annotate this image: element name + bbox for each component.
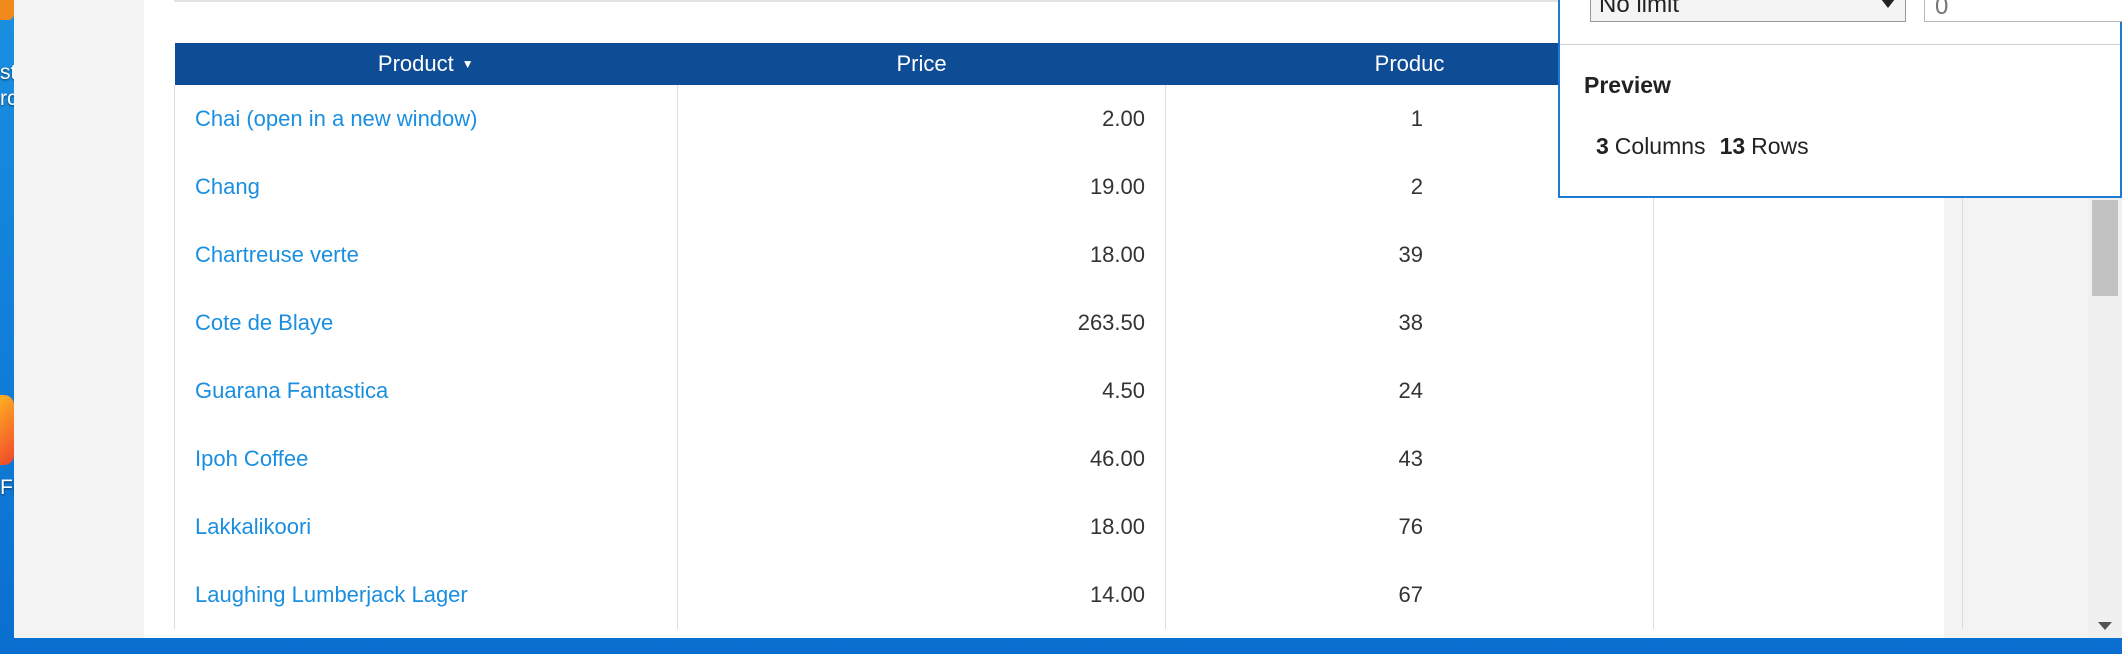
price-cell: 14.00 xyxy=(677,561,1166,629)
table-row: Lakkalikoori 18.00 76 xyxy=(174,493,1963,561)
preview-title: Preview xyxy=(1584,72,1671,98)
product-link[interactable]: Cote de Blaye xyxy=(195,310,333,335)
row-limit-input[interactable] xyxy=(1924,0,2122,22)
product-id-cell: 38 xyxy=(1165,289,1654,357)
price-cell: 4.50 xyxy=(677,357,1166,425)
chevron-down-icon xyxy=(1881,0,1895,8)
product-link[interactable]: Laughing Lumberjack Lager xyxy=(195,582,468,607)
scroll-down-arrow-icon[interactable] xyxy=(2098,622,2112,630)
product-link[interactable]: Chartreuse verte xyxy=(195,242,359,267)
product-cell: Ipoh Coffee xyxy=(174,425,678,493)
column-header-label: Product xyxy=(377,51,454,76)
column-header-price[interactable]: Price xyxy=(677,43,1166,85)
price-cell: 18.00 xyxy=(677,221,1166,289)
scrollbar-thumb[interactable] xyxy=(2092,200,2118,296)
price-cell: 46.00 xyxy=(677,425,1166,493)
product-cell: Laughing Lumberjack Lager xyxy=(174,561,678,629)
empty-cell xyxy=(1653,289,1963,357)
product-cell: Guarana Fantastica xyxy=(174,357,678,425)
price-cell: 18.00 xyxy=(677,493,1166,561)
table-row: Guarana Fantastica 4.50 24 xyxy=(174,357,1963,425)
product-id-cell: 24 xyxy=(1165,357,1654,425)
preview-stats: 3 Columns 13 Rows xyxy=(1596,133,1809,160)
empty-cell xyxy=(1653,493,1963,561)
table-row: Ipoh Coffee 46.00 43 xyxy=(174,425,1963,493)
empty-cell xyxy=(1653,221,1963,289)
product-link[interactable]: Chang xyxy=(195,174,260,199)
product-cell: Chai (open in a new window) xyxy=(174,85,678,153)
product-id-cell: 43 xyxy=(1165,425,1654,493)
sort-descending-icon: ▼ xyxy=(461,57,474,71)
empty-cell xyxy=(1653,425,1963,493)
product-cell: Lakkalikoori xyxy=(174,493,678,561)
empty-cell xyxy=(1653,561,1963,629)
export-options-popup: No limit Preview 3Columns 13Rows xyxy=(1558,0,2122,198)
desktop-app-icon[interactable] xyxy=(0,0,14,20)
product-id-cell: 67 xyxy=(1165,561,1654,629)
product-cell: Cote de Blaye xyxy=(174,289,678,357)
product-id-cell: 39 xyxy=(1165,221,1654,289)
price-cell: 2.00 xyxy=(677,85,1166,153)
price-cell: 19.00 xyxy=(677,153,1166,221)
table-row: Cote de Blaye 263.50 38 xyxy=(174,289,1963,357)
empty-cell xyxy=(1653,357,1963,425)
rows-label: Rows xyxy=(1751,133,1809,159)
product-cell: Chartreuse verte xyxy=(174,221,678,289)
product-cell: Chang xyxy=(174,153,678,221)
divider xyxy=(1560,44,2120,45)
product-link[interactable]: Chai (open in a new window) xyxy=(195,106,478,131)
price-cell: 263.50 xyxy=(677,289,1166,357)
columns-count: 3 xyxy=(1596,133,1609,159)
product-link[interactable]: Lakkalikoori xyxy=(195,514,311,539)
rows-count: 13 xyxy=(1719,133,1746,159)
table-row: Laughing Lumberjack Lager 14.00 67 xyxy=(174,561,1963,629)
column-header-product[interactable]: Product ▼ xyxy=(174,43,678,85)
row-limit-select-value: No limit xyxy=(1599,0,1680,18)
row-limit-select[interactable]: No limit xyxy=(1590,0,1906,22)
product-link[interactable]: Ipoh Coffee xyxy=(195,446,308,471)
table-row: Chartreuse verte 18.00 39 xyxy=(174,221,1963,289)
columns-label: Columns xyxy=(1614,133,1706,159)
product-link[interactable]: Guarana Fantastica xyxy=(195,378,388,403)
product-id-cell: 76 xyxy=(1165,493,1654,561)
desktop-app-icon[interactable] xyxy=(0,395,14,465)
